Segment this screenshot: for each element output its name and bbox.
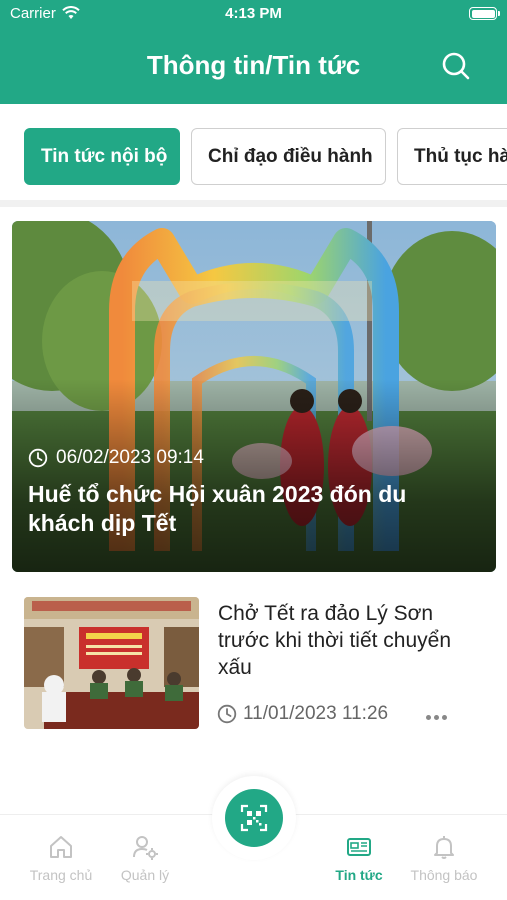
tab-internal-news[interactable]: Tin tức nội bộ	[24, 128, 180, 185]
news-date: 11/01/2023 11:26	[217, 703, 388, 725]
category-tabs: Tin tức nội bộ Chỉ đạo điều hành Thủ tục…	[0, 104, 507, 207]
more-options-button[interactable]	[426, 707, 456, 723]
featured-date-text: 06/02/2023 09:14	[56, 447, 204, 468]
clock-icon	[28, 448, 48, 468]
tab-procedures[interactable]: Thủ tục hà	[397, 128, 507, 185]
clock-icon	[217, 704, 237, 724]
nav-label-news: Tin tức	[335, 867, 383, 883]
qr-scan-button[interactable]	[225, 789, 283, 847]
more-horizontal-icon	[426, 715, 431, 720]
search-button[interactable]	[440, 50, 472, 82]
news-thumbnail	[24, 597, 199, 729]
tab-executive-direction[interactable]: Chỉ đạo điều hành	[191, 128, 386, 185]
nav-item-manage[interactable]: Quản lý	[100, 833, 190, 883]
news-icon	[347, 838, 371, 856]
bell-icon	[434, 836, 454, 859]
nav-item-notifications[interactable]: Thông báo	[399, 833, 489, 883]
featured-title[interactable]: Huế tổ chức Hội xuân 2023 đón du khách d…	[28, 480, 468, 538]
nav-label-home: Trang chủ	[29, 867, 93, 883]
manage-user-icon	[133, 836, 158, 860]
nav-label-manage: Quản lý	[120, 867, 170, 883]
featured-news-card[interactable]: 06/02/2023 09:14 Huế tổ chức Hội xuân 20…	[12, 221, 496, 572]
battery-icon	[469, 7, 500, 20]
featured-date: 06/02/2023 09:14	[28, 447, 204, 469]
nav-item-home[interactable]: Trang chủ	[16, 833, 106, 883]
search-icon	[442, 52, 470, 80]
news-date-text: 11/01/2023 11:26	[243, 703, 389, 724]
nav-item-news[interactable]: Tin tức	[314, 833, 404, 883]
nav-label-notifications: Thông báo	[410, 867, 478, 883]
page-title: Thông tin/Tin tức	[146, 50, 361, 80]
app-header: Carrier 4:13 PM Thông tin/Tin tức	[0, 0, 507, 104]
news-title[interactable]: Chở Tết ra đảo Lý Sơn trước khi thời tiế…	[218, 600, 488, 681]
status-bar: Carrier 4:13 PM	[0, 0, 507, 30]
list-item[interactable]: Chở Tết ra đảo Lý Sơn trước khi thời tiế…	[24, 597, 494, 729]
home-icon	[50, 836, 72, 858]
qr-scan-icon	[240, 804, 268, 832]
clock: 4:13 PM	[225, 5, 282, 22]
